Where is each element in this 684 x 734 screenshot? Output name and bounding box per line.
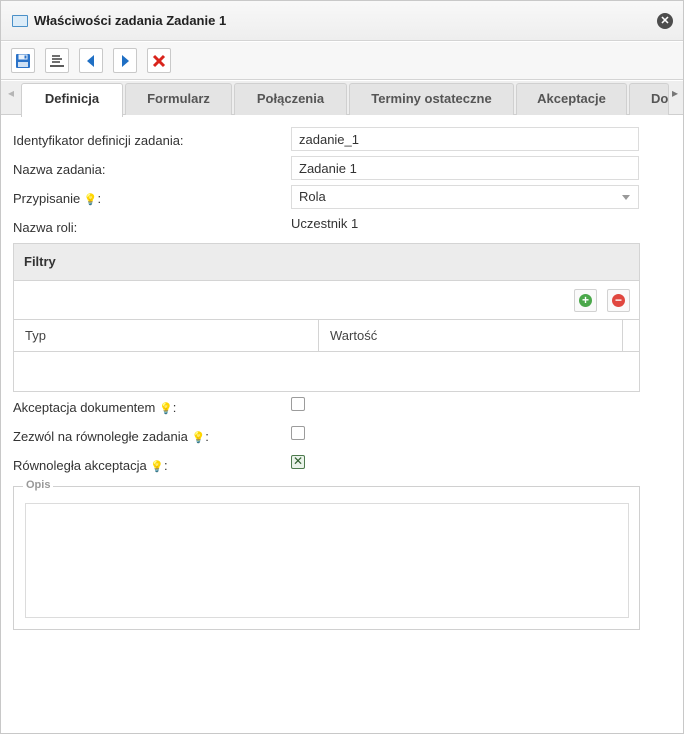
parallel-acceptance-colon: : <box>164 458 168 473</box>
arrow-left-icon: ◂ <box>7 86 15 100</box>
task-name-label: Nazwa zadania: <box>13 162 106 177</box>
previous-button[interactable] <box>79 48 103 73</box>
column-header-typ[interactable]: Typ <box>14 320 319 351</box>
column-header-wartosc[interactable]: Wartość <box>319 320 623 351</box>
parallel-acceptance-checkbox[interactable] <box>291 454 305 469</box>
add-filter-button[interactable]: + <box>574 289 597 312</box>
filters-panel: Filtry + − Typ Wartość <box>13 243 640 392</box>
tab-do-truncated[interactable]: Do <box>629 83 669 115</box>
doc-acceptance-label-wrap: Akceptacja dokumentem 💡: <box>13 400 176 415</box>
assignment-label-wrap: Przypisanie 💡: <box>13 191 101 206</box>
assignment-colon: : <box>97 191 102 206</box>
previous-arrow-icon <box>87 55 94 67</box>
task-definition-id-label: Identyfikator definicji zadania: <box>13 133 184 148</box>
parallel-tasks-colon: : <box>205 429 209 444</box>
description-fieldset: Opis <box>13 479 640 630</box>
dialog-titlebar: Właściwości zadania Zadanie 1 ✕ <box>1 1 683 41</box>
window-icon <box>12 15 28 27</box>
tab-bar: ◂ Definicja Formularz Połączenia Terminy… <box>1 81 684 117</box>
parallel-tasks-label-wrap: Zezwól na równoległe zadania 💡: <box>13 429 209 444</box>
task-definition-id-input[interactable] <box>291 127 639 151</box>
tab-akceptacje[interactable]: Akceptacje <box>516 83 627 115</box>
doc-acceptance-colon: : <box>172 400 177 415</box>
arrow-right-icon: ▸ <box>671 86 679 100</box>
tab-scroll-right-button[interactable]: ▸ <box>665 81 684 105</box>
plus-icon: + <box>579 294 592 307</box>
description-textarea[interactable] <box>25 503 629 618</box>
save-button[interactable] <box>11 48 35 73</box>
filters-header: Filtry <box>14 244 639 281</box>
toolbar <box>1 42 683 80</box>
format-text-button[interactable] <box>45 48 69 73</box>
close-icon: ✕ <box>660 15 670 27</box>
next-button[interactable] <box>113 48 137 73</box>
assignment-selected-value: Rola <box>299 189 326 204</box>
tab-definicja[interactable]: Definicja <box>21 83 123 117</box>
lightbulb-hint-icon[interactable]: 💡 <box>150 461 164 473</box>
role-name-value: Uczestnik 1 <box>291 216 359 231</box>
parallel-tasks-checkbox[interactable] <box>291 426 305 440</box>
tab-scroll-left-button[interactable]: ◂ <box>1 81 21 105</box>
doc-acceptance-checkbox[interactable] <box>291 397 305 411</box>
doc-acceptance-label: Akceptacja dokumentem <box>13 400 156 415</box>
role-name-label: Nazwa roli: <box>13 220 78 235</box>
tab-polaczenia[interactable]: Połączenia <box>234 83 347 115</box>
assignment-select[interactable]: Rola <box>291 185 639 209</box>
task-properties-dialog: Właściwości zadania Zadanie 1 ✕ ◂ Defini… <box>0 0 684 734</box>
dialog-title: Właściwości zadania Zadanie 1 <box>34 13 227 28</box>
tab-terminy-ostateczne[interactable]: Terminy ostateczne <box>349 83 514 115</box>
close-button[interactable]: ✕ <box>657 13 673 29</box>
parallel-tasks-label: Zezwól na równoległe zadania <box>13 429 188 444</box>
lightbulb-hint-icon[interactable]: 💡 <box>192 432 206 444</box>
next-arrow-icon <box>122 55 129 67</box>
save-icon <box>16 54 30 68</box>
lightbulb-hint-icon[interactable]: 💡 <box>84 194 98 206</box>
text-format-icon <box>50 55 64 67</box>
assignment-label: Przypisanie <box>13 191 81 206</box>
description-legend: Opis <box>23 479 54 491</box>
parallel-acceptance-label: Równoległa akceptacja <box>13 458 147 473</box>
delete-x-icon <box>152 54 166 68</box>
minus-icon: − <box>612 294 625 307</box>
parallel-acceptance-label-wrap: Równoległa akceptacja 💡: <box>13 458 168 473</box>
task-name-input[interactable] <box>291 156 639 180</box>
filters-grid-header: Typ Wartość <box>14 319 639 352</box>
delete-button[interactable] <box>147 48 171 73</box>
tab-formularz[interactable]: Formularz <box>125 83 232 115</box>
lightbulb-hint-icon[interactable]: 💡 <box>159 403 173 415</box>
remove-filter-button[interactable]: − <box>607 289 630 312</box>
chevron-down-icon <box>622 195 630 200</box>
